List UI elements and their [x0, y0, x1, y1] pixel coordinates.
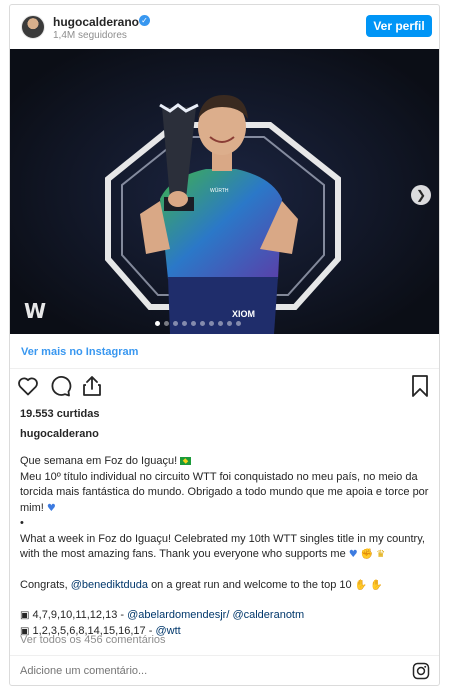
comment-input[interactable] [20, 665, 320, 677]
instagram-icon[interactable] [412, 662, 430, 680]
divider [10, 368, 439, 369]
camera-icon: ▣ [20, 610, 30, 621]
carousel-dot [182, 321, 187, 326]
caption-congrats: Congrats, @benediktduda on a great run a… [20, 578, 383, 591]
follower-count: 1,4M seguidores [53, 30, 127, 41]
bookmark-icon[interactable] [410, 374, 430, 398]
raised-hands-icon: ✋ [354, 579, 368, 591]
shirt-sponsor-text: WÜRTH [210, 187, 229, 194]
photo-credit-1: ▣ 4,7,9,10,11,12,13 - @abelardomendesjr/… [20, 609, 305, 621]
mention-link[interactable]: @abelardomendesjr/ @calderanotm [127, 609, 304, 621]
share-icon[interactable] [80, 374, 104, 398]
carousel-dot [209, 321, 214, 326]
heart-icon[interactable] [16, 374, 40, 398]
wtt-logo-icon: W [24, 299, 46, 323]
shorts-brand-text: XIOM [232, 309, 255, 319]
carousel-dot [218, 321, 223, 326]
post-photo[interactable]: XIOM WÜRTH W ❯ [10, 49, 439, 334]
view-all-comments-link[interactable]: Ver todos os 456 comentários [20, 634, 166, 646]
see-more-on-instagram-link[interactable]: Ver mais no Instagram [21, 346, 138, 358]
carousel-dot [173, 321, 178, 326]
caption-line-1: Que semana em Foz do Iguaçu! [20, 454, 432, 470]
view-profile-button[interactable]: Ver perfil [366, 15, 432, 37]
clapping-hands-icon: ✋ [370, 579, 383, 591]
instagram-embed-card: hugocalderano ✓ 1,4M seguidores Ver perf… [9, 4, 440, 686]
flexed-arm-icon: ✊ [360, 549, 374, 560]
avatar[interactable] [21, 15, 45, 39]
post-header: hugocalderano ✓ 1,4M seguidores Ver perf… [10, 5, 439, 49]
comment-bar [10, 657, 439, 685]
username[interactable]: hugocalderano [53, 15, 139, 29]
carousel-dot [191, 321, 196, 326]
photo-illustration: XIOM WÜRTH [10, 49, 439, 334]
caption-line-2: Meu 10º título individual no circuito WT… [20, 470, 429, 514]
comment-icon[interactable] [48, 374, 72, 398]
post-caption: Que semana em Foz do Iguaçu! Meu 10º tít… [20, 454, 432, 639]
verified-badge-icon: ✓ [139, 15, 150, 26]
trophy-icon: ♛ [376, 549, 386, 560]
action-bar [16, 374, 434, 398]
carousel-dot [227, 321, 232, 326]
chevron-right-icon[interactable]: ❯ [411, 185, 431, 205]
brazil-flag-icon [180, 457, 192, 466]
carousel-dot [236, 321, 241, 326]
blue-heart-icon: ♥ [46, 502, 56, 514]
caption-bullet: • [20, 517, 24, 529]
caption-username[interactable]: hugocalderano [20, 428, 99, 440]
carousel-dot [164, 321, 169, 326]
carousel-dot [155, 321, 160, 326]
blue-heart-icon: ♥ [348, 549, 358, 560]
carousel-dots [155, 321, 241, 326]
caption-line-3: What a week in Foz do Iguaçu! Celebrated… [20, 532, 425, 561]
carousel-dot [200, 321, 205, 326]
like-count[interactable]: 19.553 curtidas [20, 408, 100, 420]
divider [10, 655, 439, 656]
mention-link[interactable]: @benediktduda [71, 579, 148, 591]
